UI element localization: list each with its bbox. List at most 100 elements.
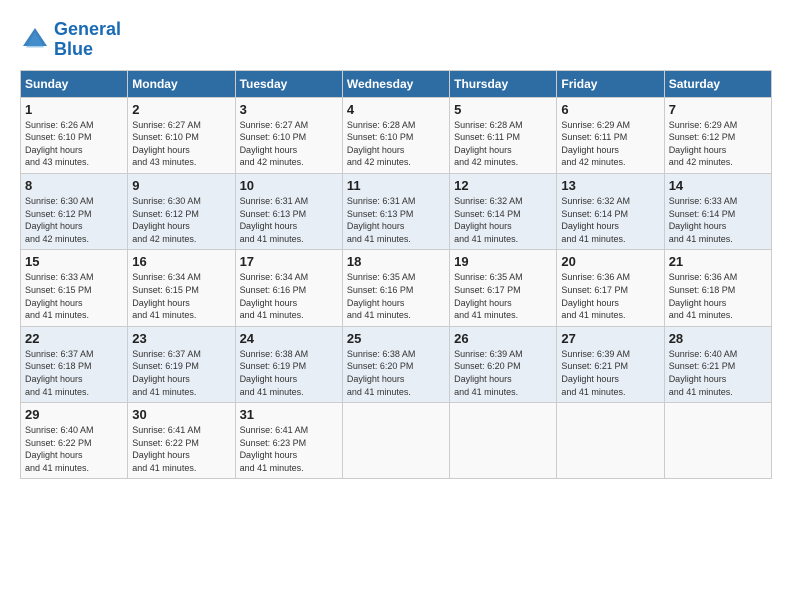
day-number: 22 (25, 331, 123, 346)
day-number: 6 (561, 102, 659, 117)
day-info: Sunrise: 6:41 AM Sunset: 6:23 PM Dayligh… (240, 424, 338, 474)
calendar-cell: 31 Sunrise: 6:41 AM Sunset: 6:23 PM Dayl… (235, 403, 342, 479)
calendar-cell: 15 Sunrise: 6:33 AM Sunset: 6:15 PM Dayl… (21, 250, 128, 326)
day-number: 25 (347, 331, 445, 346)
day-number: 11 (347, 178, 445, 193)
day-number: 3 (240, 102, 338, 117)
day-info: Sunrise: 6:27 AM Sunset: 6:10 PM Dayligh… (240, 119, 338, 169)
calendar-cell: 29 Sunrise: 6:40 AM Sunset: 6:22 PM Dayl… (21, 403, 128, 479)
day-number: 23 (132, 331, 230, 346)
day-info: Sunrise: 6:30 AM Sunset: 6:12 PM Dayligh… (132, 195, 230, 245)
calendar-cell (557, 403, 664, 479)
calendar-cell: 1 Sunrise: 6:26 AM Sunset: 6:10 PM Dayli… (21, 97, 128, 173)
day-info: Sunrise: 6:36 AM Sunset: 6:17 PM Dayligh… (561, 271, 659, 321)
day-number: 24 (240, 331, 338, 346)
day-info: Sunrise: 6:27 AM Sunset: 6:10 PM Dayligh… (132, 119, 230, 169)
day-number: 7 (669, 102, 767, 117)
calendar-cell: 3 Sunrise: 6:27 AM Sunset: 6:10 PM Dayli… (235, 97, 342, 173)
day-number: 30 (132, 407, 230, 422)
calendar-cell: 23 Sunrise: 6:37 AM Sunset: 6:19 PM Dayl… (128, 326, 235, 402)
col-header-sunday: Sunday (21, 70, 128, 97)
day-number: 2 (132, 102, 230, 117)
col-header-tuesday: Tuesday (235, 70, 342, 97)
calendar-cell: 2 Sunrise: 6:27 AM Sunset: 6:10 PM Dayli… (128, 97, 235, 173)
logo: General Blue (20, 20, 121, 60)
calendar-cell: 11 Sunrise: 6:31 AM Sunset: 6:13 PM Dayl… (342, 173, 449, 249)
calendar-cell: 8 Sunrise: 6:30 AM Sunset: 6:12 PM Dayli… (21, 173, 128, 249)
col-header-saturday: Saturday (664, 70, 771, 97)
day-number: 1 (25, 102, 123, 117)
calendar-cell: 10 Sunrise: 6:31 AM Sunset: 6:13 PM Dayl… (235, 173, 342, 249)
day-info: Sunrise: 6:29 AM Sunset: 6:11 PM Dayligh… (561, 119, 659, 169)
day-info: Sunrise: 6:39 AM Sunset: 6:20 PM Dayligh… (454, 348, 552, 398)
day-number: 10 (240, 178, 338, 193)
calendar-cell (450, 403, 557, 479)
day-info: Sunrise: 6:31 AM Sunset: 6:13 PM Dayligh… (240, 195, 338, 245)
day-info: Sunrise: 6:33 AM Sunset: 6:15 PM Dayligh… (25, 271, 123, 321)
day-info: Sunrise: 6:34 AM Sunset: 6:15 PM Dayligh… (132, 271, 230, 321)
calendar-cell: 12 Sunrise: 6:32 AM Sunset: 6:14 PM Dayl… (450, 173, 557, 249)
calendar-cell (664, 403, 771, 479)
calendar-cell: 26 Sunrise: 6:39 AM Sunset: 6:20 PM Dayl… (450, 326, 557, 402)
calendar-cell: 30 Sunrise: 6:41 AM Sunset: 6:22 PM Dayl… (128, 403, 235, 479)
day-number: 14 (669, 178, 767, 193)
calendar-cell: 9 Sunrise: 6:30 AM Sunset: 6:12 PM Dayli… (128, 173, 235, 249)
col-header-friday: Friday (557, 70, 664, 97)
day-info: Sunrise: 6:36 AM Sunset: 6:18 PM Dayligh… (669, 271, 767, 321)
day-number: 28 (669, 331, 767, 346)
calendar-cell: 16 Sunrise: 6:34 AM Sunset: 6:15 PM Dayl… (128, 250, 235, 326)
calendar-cell: 25 Sunrise: 6:38 AM Sunset: 6:20 PM Dayl… (342, 326, 449, 402)
page-header: General Blue (20, 20, 772, 60)
day-number: 4 (347, 102, 445, 117)
calendar-cell: 19 Sunrise: 6:35 AM Sunset: 6:17 PM Dayl… (450, 250, 557, 326)
calendar-cell: 27 Sunrise: 6:39 AM Sunset: 6:21 PM Dayl… (557, 326, 664, 402)
day-info: Sunrise: 6:33 AM Sunset: 6:14 PM Dayligh… (669, 195, 767, 245)
col-header-thursday: Thursday (450, 70, 557, 97)
day-number: 26 (454, 331, 552, 346)
day-info: Sunrise: 6:38 AM Sunset: 6:19 PM Dayligh… (240, 348, 338, 398)
calendar-cell: 17 Sunrise: 6:34 AM Sunset: 6:16 PM Dayl… (235, 250, 342, 326)
calendar-cell: 7 Sunrise: 6:29 AM Sunset: 6:12 PM Dayli… (664, 97, 771, 173)
logo-text: General Blue (54, 20, 121, 60)
day-info: Sunrise: 6:26 AM Sunset: 6:10 PM Dayligh… (25, 119, 123, 169)
day-number: 18 (347, 254, 445, 269)
calendar-table: SundayMondayTuesdayWednesdayThursdayFrid… (20, 70, 772, 480)
calendar-cell: 13 Sunrise: 6:32 AM Sunset: 6:14 PM Dayl… (557, 173, 664, 249)
calendar-cell: 5 Sunrise: 6:28 AM Sunset: 6:11 PM Dayli… (450, 97, 557, 173)
calendar-cell: 21 Sunrise: 6:36 AM Sunset: 6:18 PM Dayl… (664, 250, 771, 326)
day-info: Sunrise: 6:40 AM Sunset: 6:21 PM Dayligh… (669, 348, 767, 398)
day-number: 21 (669, 254, 767, 269)
day-info: Sunrise: 6:40 AM Sunset: 6:22 PM Dayligh… (25, 424, 123, 474)
day-info: Sunrise: 6:35 AM Sunset: 6:16 PM Dayligh… (347, 271, 445, 321)
calendar-cell: 6 Sunrise: 6:29 AM Sunset: 6:11 PM Dayli… (557, 97, 664, 173)
calendar-cell: 14 Sunrise: 6:33 AM Sunset: 6:14 PM Dayl… (664, 173, 771, 249)
day-info: Sunrise: 6:30 AM Sunset: 6:12 PM Dayligh… (25, 195, 123, 245)
day-number: 29 (25, 407, 123, 422)
day-info: Sunrise: 6:39 AM Sunset: 6:21 PM Dayligh… (561, 348, 659, 398)
col-header-monday: Monday (128, 70, 235, 97)
day-info: Sunrise: 6:28 AM Sunset: 6:11 PM Dayligh… (454, 119, 552, 169)
col-header-wednesday: Wednesday (342, 70, 449, 97)
day-number: 8 (25, 178, 123, 193)
day-info: Sunrise: 6:28 AM Sunset: 6:10 PM Dayligh… (347, 119, 445, 169)
day-info: Sunrise: 6:34 AM Sunset: 6:16 PM Dayligh… (240, 271, 338, 321)
day-number: 13 (561, 178, 659, 193)
day-number: 17 (240, 254, 338, 269)
day-info: Sunrise: 6:35 AM Sunset: 6:17 PM Dayligh… (454, 271, 552, 321)
day-number: 9 (132, 178, 230, 193)
calendar-cell: 24 Sunrise: 6:38 AM Sunset: 6:19 PM Dayl… (235, 326, 342, 402)
day-info: Sunrise: 6:38 AM Sunset: 6:20 PM Dayligh… (347, 348, 445, 398)
logo-icon (20, 25, 50, 55)
day-number: 5 (454, 102, 552, 117)
day-info: Sunrise: 6:32 AM Sunset: 6:14 PM Dayligh… (561, 195, 659, 245)
day-info: Sunrise: 6:37 AM Sunset: 6:19 PM Dayligh… (132, 348, 230, 398)
day-number: 15 (25, 254, 123, 269)
day-info: Sunrise: 6:31 AM Sunset: 6:13 PM Dayligh… (347, 195, 445, 245)
calendar-cell: 28 Sunrise: 6:40 AM Sunset: 6:21 PM Dayl… (664, 326, 771, 402)
calendar-cell: 18 Sunrise: 6:35 AM Sunset: 6:16 PM Dayl… (342, 250, 449, 326)
day-info: Sunrise: 6:32 AM Sunset: 6:14 PM Dayligh… (454, 195, 552, 245)
day-number: 19 (454, 254, 552, 269)
calendar-cell (342, 403, 449, 479)
day-number: 12 (454, 178, 552, 193)
day-number: 31 (240, 407, 338, 422)
